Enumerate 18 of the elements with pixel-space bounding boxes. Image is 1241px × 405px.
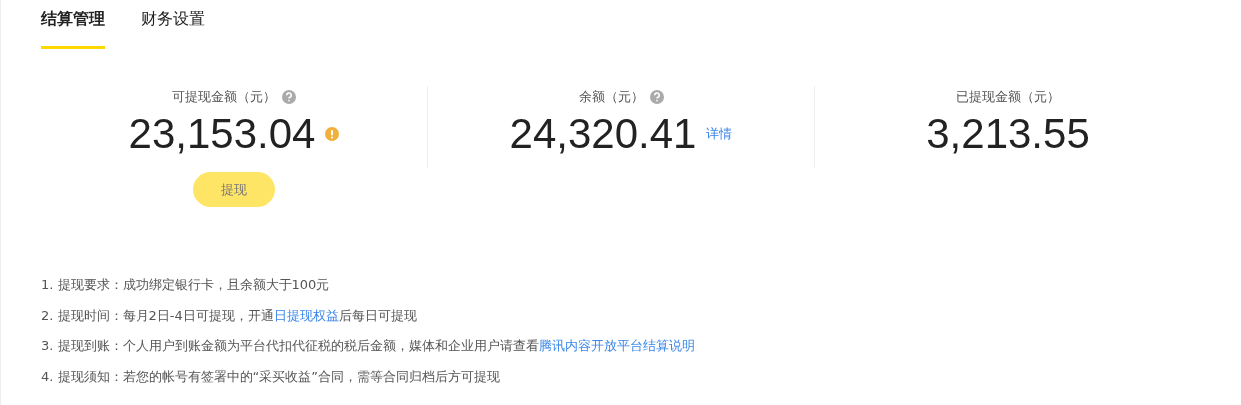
stat-label: 已提现金额（元） xyxy=(956,88,1060,106)
note-text: 2. 提现时间：每月2日-4日可提现，开通 日提现权益后每日可提现 xyxy=(41,306,418,325)
stat-value: 23,153.04 xyxy=(128,110,316,158)
details-link[interactable]: 详情 xyxy=(706,125,733,143)
stat-value: 3,213.55 xyxy=(926,110,1090,158)
help-icon[interactable] xyxy=(649,90,664,104)
tab[interactable]: 结算管理 xyxy=(41,0,105,49)
note-text: 4. 提现须知：若您的帐号有签署中的“采买收益”合同，需等合同归档后方可提现 xyxy=(41,367,501,386)
note-link[interactable]: 日提现权益 xyxy=(273,307,339,323)
withdraw-button[interactable]: 提现 xyxy=(193,172,275,207)
help-icon[interactable] xyxy=(282,90,296,104)
note-text: 3. 提现到账：个人用户到账金额为平台代扣代征税的税后金额，媒体和企业用户请查看腾讯内容开放平台结算说明 xyxy=(41,337,696,355)
stat-value: 24,320.41 xyxy=(509,110,697,158)
note-link[interactable]: 腾讯内容开放平台结算说明 xyxy=(538,338,695,353)
stat-label: 余额（元） xyxy=(578,88,644,106)
tab[interactable]: 财务设置 xyxy=(141,0,205,49)
stat-label: 可提现金额（元） xyxy=(172,88,276,106)
note-text: 1. 提现要求：成功绑定银行卡，且余额大于100元 xyxy=(41,276,331,294)
